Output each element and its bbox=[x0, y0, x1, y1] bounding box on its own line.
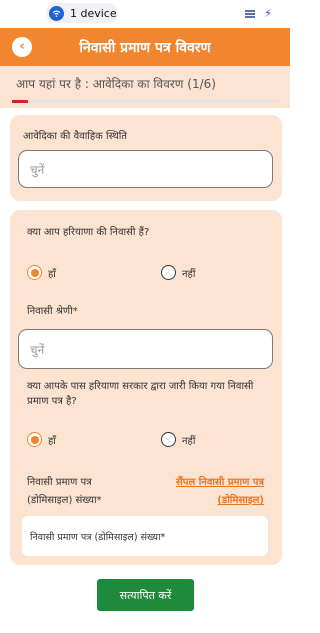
app-header: ‹ निवासी प्रमाण पत्र विवरण bbox=[0, 28, 290, 66]
sample-link-line2: (डोमिसाइल) bbox=[217, 495, 264, 506]
device-pill[interactable]: 1 device bbox=[46, 3, 118, 23]
certificate-no-option[interactable]: नहीं bbox=[161, 432, 195, 447]
radio-selected-icon[interactable] bbox=[27, 265, 42, 280]
back-button[interactable]: ‹ bbox=[12, 37, 32, 57]
haryana-no-label: नहीं bbox=[182, 268, 196, 280]
progress-fill bbox=[12, 100, 29, 103]
certificate-no-label: नहीं bbox=[182, 435, 196, 447]
radio-unselected-icon[interactable] bbox=[161, 432, 176, 447]
wifi-icon bbox=[49, 5, 64, 21]
certificate-yes-label: हाँ bbox=[48, 435, 56, 447]
haryana-no-option[interactable]: नहीं bbox=[161, 265, 195, 280]
marital-status-label: आवेदिका की वैवाहिक स्थिति bbox=[23, 131, 128, 142]
progress-text: आप यहां पर है : आवेदिका का विवरण (1/6) bbox=[16, 77, 216, 91]
haryana-yes-option[interactable]: हाँ bbox=[27, 265, 56, 280]
marital-status-select[interactable]: चुनें bbox=[18, 150, 273, 188]
sample-link-line1: सैंपल निवासी प्रमाण पत्र bbox=[176, 477, 264, 488]
domicile-number-label-line1: निवासी प्रमाण पत्र bbox=[27, 477, 92, 488]
back-arrow-icon: ‹ bbox=[19, 39, 25, 54]
domicile-number-placeholder: निवासी प्रमाण पत्र (डोमिसाइल) संख्या* bbox=[30, 531, 166, 543]
radio-unselected-icon[interactable] bbox=[161, 265, 176, 280]
resident-category-placeholder: चुनें bbox=[30, 342, 45, 357]
resident-category-label: निवासी श्रेणी* bbox=[27, 306, 78, 317]
radio-selected-icon[interactable] bbox=[27, 432, 42, 447]
page-title: निवासी प्रमाण पत्र विवरण bbox=[79, 39, 211, 56]
domicile-number-label: निवासी प्रमाण पत्र (डोमिसाइल) संख्या* bbox=[27, 475, 102, 508]
flag-icon bbox=[245, 9, 256, 18]
progress-track bbox=[12, 100, 280, 103]
residence-card: क्या आप हरियाणा की निवासी हैं? हाँ नहीं … bbox=[10, 210, 282, 565]
haryana-resident-question: क्या आप हरियाणा की निवासी हैं? bbox=[27, 227, 150, 238]
certificate-yes-option[interactable]: हाँ bbox=[27, 432, 56, 447]
haryana-yes-label: हाँ bbox=[48, 268, 56, 280]
resident-category-select[interactable]: चुनें bbox=[18, 329, 273, 369]
domicile-number-input[interactable]: निवासी प्रमाण पत्र (डोमिसाइल) संख्या* bbox=[22, 516, 268, 556]
status-bar: 1 device ⚡ bbox=[0, 0, 290, 28]
marital-status-placeholder: चुनें bbox=[30, 162, 45, 177]
device-label: 1 device bbox=[70, 6, 117, 20]
sample-certificate-link[interactable]: सैंपल निवासी प्रमाण पत्र (डोमिसाइल) bbox=[176, 475, 264, 508]
verify-button[interactable]: सत्यापित करें bbox=[97, 579, 194, 611]
marital-status-card: आवेदिका की वैवाहिक स्थिति चुनें bbox=[10, 115, 282, 201]
charging-icon: ⚡ bbox=[264, 7, 272, 20]
certificate-question: क्या आपके पास हरियाणा सरकार द्वारा जारी … bbox=[27, 381, 254, 407]
domicile-number-label-line2: (डोमिसाइल) संख्या* bbox=[27, 495, 102, 506]
